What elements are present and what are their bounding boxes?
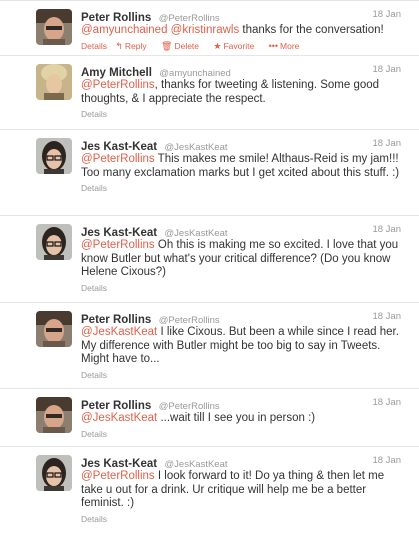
author-handle[interactable]: @JesKastKeat: [165, 459, 228, 470]
tweet-time[interactable]: 18 Jan: [372, 224, 401, 235]
tweet[interactable]: Peter Rollins @PeterRollins 18 Jan @JesK…: [0, 389, 419, 447]
details-link[interactable]: Details: [81, 283, 401, 293]
tweet[interactable]: Jes Kast-Keat @JesKastKeat 18 Jan @Peter…: [0, 447, 419, 541]
avatar-image: [36, 138, 72, 174]
tweet-time[interactable]: 18 Jan: [372, 397, 401, 408]
author-handle[interactable]: @PeterRollins: [159, 401, 220, 412]
details-link[interactable]: Details: [81, 183, 401, 193]
mention-link[interactable]: @JesKastKeat: [81, 326, 157, 338]
tweet-text: @PeterRollins I look forward to it! Do y…: [81, 470, 401, 511]
avatar[interactable]: [36, 311, 72, 347]
tweet-feed: Peter Rollins @PeterRollins 18 Jan @amyu…: [0, 0, 419, 541]
trash-icon: 🗑: [161, 40, 173, 51]
mention-link[interactable]: @JesKastKeat: [81, 412, 157, 424]
author-name[interactable]: Amy Mitchell: [81, 67, 152, 79]
reply-button[interactable]: ↰ Reply: [115, 41, 152, 51]
avatar[interactable]: [36, 138, 72, 174]
tweet-text: @amyunchained @kristinrawls thanks for t…: [81, 24, 401, 38]
tweet-actions: Details ↰ Reply 🗑 Delete ★ Favorite ••• More: [81, 41, 401, 52]
tweet[interactable]: Peter Rollins @PeterRollins 18 Jan @JesK…: [0, 303, 419, 389]
mention-link[interactable]: @PeterRollins: [81, 153, 155, 165]
details-link[interactable]: Details: [81, 370, 401, 380]
avatar-image: [36, 455, 72, 491]
avatar[interactable]: [36, 224, 72, 260]
tweet-time[interactable]: 18 Jan: [372, 138, 401, 149]
avatar-image: [36, 9, 72, 45]
favorite-button[interactable]: ★ Favorite: [213, 41, 260, 51]
reply-icon: ↰: [115, 40, 123, 51]
tweet[interactable]: Jes Kast-Keat @JesKastKeat 18 Jan @Peter…: [0, 130, 419, 216]
tweet-time[interactable]: 18 Jan: [372, 9, 401, 20]
details-link[interactable]: Details: [81, 514, 401, 524]
tweet-body: thanks for the conversation!: [242, 24, 384, 36]
author-name[interactable]: Peter Rollins: [81, 400, 151, 412]
mention-link[interactable]: @PeterRollins: [81, 79, 155, 91]
mention-link[interactable]: @amyunchained @kristinrawls: [81, 24, 239, 36]
mention-link[interactable]: @PeterRollins: [81, 239, 155, 251]
author-name[interactable]: Jes Kast-Keat: [81, 227, 157, 239]
tweet-text: @JesKastKeat I like Cixous. But been a w…: [81, 326, 401, 367]
tweet[interactable]: Amy Mitchell @amyunchained 18 Jan @Peter…: [0, 56, 419, 130]
author-name[interactable]: Jes Kast-Keat: [81, 141, 157, 153]
author-handle[interactable]: @PeterRollins: [159, 315, 220, 326]
author-handle[interactable]: @PeterRollins: [159, 13, 220, 24]
tweet-text: @PeterRollins This makes me smile! Altha…: [81, 153, 401, 180]
author-name[interactable]: Peter Rollins: [81, 12, 151, 24]
details-link[interactable]: Details: [81, 109, 401, 119]
avatar[interactable]: [36, 397, 72, 433]
tweet-text: @JesKastKeat ...wait till I see you in p…: [81, 412, 401, 426]
author-handle[interactable]: @amyunchained: [159, 68, 230, 79]
author-handle[interactable]: @JesKastKeat: [165, 228, 228, 239]
avatar-image: [36, 64, 72, 100]
avatar[interactable]: [36, 455, 72, 491]
tweet-text: @PeterRollins Oh this is making me so ex…: [81, 239, 401, 280]
delete-button[interactable]: 🗑 Delete: [161, 41, 205, 51]
avatar-image: [36, 224, 72, 260]
details-link[interactable]: Details: [81, 41, 107, 51]
avatar-image: [36, 397, 72, 433]
tweet[interactable]: Peter Rollins @PeterRollins 18 Jan @amyu…: [0, 1, 419, 56]
tweet[interactable]: Jes Kast-Keat @JesKastKeat 18 Jan @Peter…: [0, 216, 419, 303]
tweet-time[interactable]: 18 Jan: [372, 311, 401, 322]
tweet-body: ...wait till I see you in person :): [160, 412, 316, 424]
star-icon: ★: [213, 40, 222, 51]
tweet-time[interactable]: 18 Jan: [372, 455, 401, 466]
author-name[interactable]: Peter Rollins: [81, 314, 151, 326]
tweet-text: @PeterRollins, thanks for tweeting & lis…: [81, 79, 401, 106]
avatar-image: [36, 311, 72, 347]
avatar[interactable]: [36, 64, 72, 100]
author-handle[interactable]: @JesKastKeat: [165, 142, 228, 153]
more-icon: •••: [268, 40, 279, 51]
mention-link[interactable]: @PeterRollins: [81, 470, 155, 482]
more-button[interactable]: ••• More: [269, 41, 306, 51]
author-name[interactable]: Jes Kast-Keat: [81, 458, 157, 470]
tweet-time[interactable]: 18 Jan: [372, 64, 401, 75]
avatar[interactable]: [36, 9, 72, 45]
details-link[interactable]: Details: [81, 429, 401, 439]
